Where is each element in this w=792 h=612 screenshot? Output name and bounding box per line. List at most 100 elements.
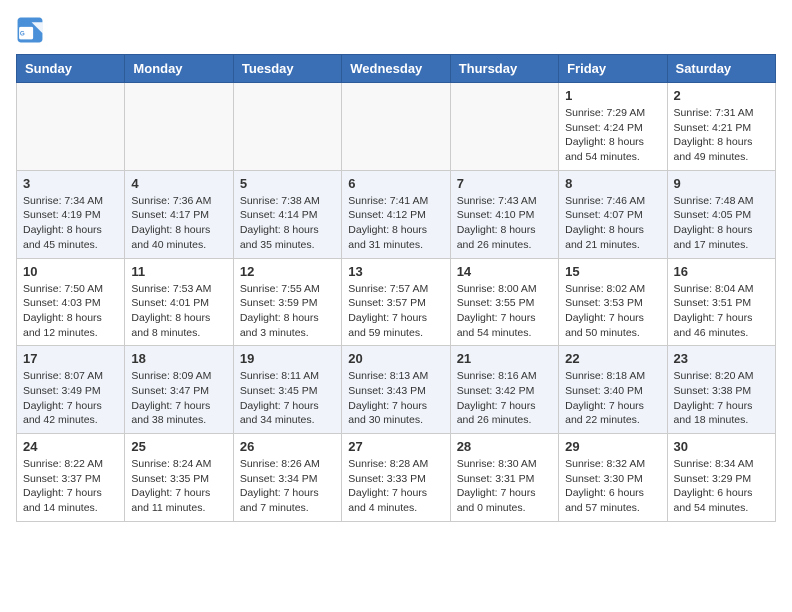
cell-content: Sunrise: 8:24 AM Sunset: 3:35 PM Dayligh… — [131, 457, 226, 516]
cell-content: Sunrise: 8:30 AM Sunset: 3:31 PM Dayligh… — [457, 457, 552, 516]
calendar-cell: 22 Sunrise: 8:18 AM Sunset: 3:40 PM Dayli… — [559, 346, 667, 434]
cell-content: Sunrise: 7:50 AM Sunset: 4:03 PM Dayligh… — [23, 282, 118, 341]
cell-content: Sunrise: 7:43 AM Sunset: 4:10 PM Dayligh… — [457, 194, 552, 253]
calendar-cell: 7 Sunrise: 7:43 AM Sunset: 4:10 PM Daylig… — [450, 170, 558, 258]
cell-content: Sunrise: 7:55 AM Sunset: 3:59 PM Dayligh… — [240, 282, 335, 341]
calendar-cell — [233, 83, 341, 171]
calendar-cell: 25 Sunrise: 8:24 AM Sunset: 3:35 PM Dayli… — [125, 434, 233, 522]
header-sunday: Sunday — [17, 55, 125, 83]
day-number: 16 — [674, 264, 769, 279]
cell-content: Sunrise: 7:34 AM Sunset: 4:19 PM Dayligh… — [23, 194, 118, 253]
cell-content: Sunrise: 7:57 AM Sunset: 3:57 PM Dayligh… — [348, 282, 443, 341]
day-number: 13 — [348, 264, 443, 279]
day-number: 11 — [131, 264, 226, 279]
day-number: 26 — [240, 439, 335, 454]
calendar-cell: 27Sunrise: 8:28 AM Sunset: 3:33 PM Dayli… — [342, 434, 450, 522]
day-number: 10 — [23, 264, 118, 279]
day-number: 1 — [565, 88, 660, 103]
week-row-1: 3 Sunrise: 7:34 AM Sunset: 4:19 PM Daylig… — [17, 170, 776, 258]
calendar-cell: 1 Sunrise: 7:29 AM Sunset: 4:24 PM Daylig… — [559, 83, 667, 171]
calendar-cell: 26 Sunrise: 8:26 AM Sunset: 3:34 PM Dayli… — [233, 434, 341, 522]
calendar-cell: 18 Sunrise: 8:09 AM Sunset: 3:47 PM Dayli… — [125, 346, 233, 434]
cell-content: Sunrise: 8:09 AM Sunset: 3:47 PM Dayligh… — [131, 369, 226, 428]
cell-content: Sunrise: 8:04 AM Sunset: 3:51 PM Dayligh… — [674, 282, 769, 341]
calendar-cell: 28 Sunrise: 8:30 AM Sunset: 3:31 PM Dayli… — [450, 434, 558, 522]
day-number: 20 — [348, 351, 443, 366]
calendar-cell: 30Sunrise: 8:34 AM Sunset: 3:29 PM Dayli… — [667, 434, 775, 522]
calendar-header-row: SundayMondayTuesdayWednesdayThursdayFrid… — [17, 55, 776, 83]
day-number: 14 — [457, 264, 552, 279]
calendar-cell — [450, 83, 558, 171]
day-number: 8 — [565, 176, 660, 191]
day-number: 22 — [565, 351, 660, 366]
day-number: 17 — [23, 351, 118, 366]
cell-content: Sunrise: 8:22 AM Sunset: 3:37 PM Dayligh… — [23, 457, 118, 516]
cell-content: Sunrise: 7:31 AM Sunset: 4:21 PM Dayligh… — [674, 106, 769, 165]
calendar-cell: 14 Sunrise: 8:00 AM Sunset: 3:55 PM Dayli… — [450, 258, 558, 346]
calendar-cell: 3 Sunrise: 7:34 AM Sunset: 4:19 PM Daylig… — [17, 170, 125, 258]
cell-content: Sunrise: 7:53 AM Sunset: 4:01 PM Dayligh… — [131, 282, 226, 341]
header-saturday: Saturday — [667, 55, 775, 83]
calendar-cell: 23 Sunrise: 8:20 AM Sunset: 3:38 PM Dayli… — [667, 346, 775, 434]
cell-content: Sunrise: 8:32 AM Sunset: 3:30 PM Dayligh… — [565, 457, 660, 516]
day-number: 23 — [674, 351, 769, 366]
calendar-cell: 5 Sunrise: 7:38 AM Sunset: 4:14 PM Daylig… — [233, 170, 341, 258]
header-monday: Monday — [125, 55, 233, 83]
day-number: 28 — [457, 439, 552, 454]
day-number: 4 — [131, 176, 226, 191]
cell-content: Sunrise: 8:11 AM Sunset: 3:45 PM Dayligh… — [240, 369, 335, 428]
cell-content: Sunrise: 8:00 AM Sunset: 3:55 PM Dayligh… — [457, 282, 552, 341]
calendar-table: SundayMondayTuesdayWednesdayThursdayFrid… — [16, 54, 776, 522]
cell-content: Sunrise: 8:20 AM Sunset: 3:38 PM Dayligh… — [674, 369, 769, 428]
day-number: 2 — [674, 88, 769, 103]
header-thursday: Thursday — [450, 55, 558, 83]
day-number: 6 — [348, 176, 443, 191]
calendar-cell: 16 Sunrise: 8:04 AM Sunset: 3:51 PM Dayli… — [667, 258, 775, 346]
calendar-cell: 6 Sunrise: 7:41 AM Sunset: 4:12 PM Daylig… — [342, 170, 450, 258]
header-friday: Friday — [559, 55, 667, 83]
header-tuesday: Tuesday — [233, 55, 341, 83]
cell-content: Sunrise: 7:41 AM Sunset: 4:12 PM Dayligh… — [348, 194, 443, 253]
svg-text:G: G — [20, 30, 25, 37]
day-number: 29 — [565, 439, 660, 454]
calendar-cell: 29 Sunrise: 8:32 AM Sunset: 3:30 PM Dayli… — [559, 434, 667, 522]
cell-content: Sunrise: 8:16 AM Sunset: 3:42 PM Dayligh… — [457, 369, 552, 428]
logo-icon: G — [16, 16, 44, 44]
day-number: 7 — [457, 176, 552, 191]
cell-content: Sunrise: 7:46 AM Sunset: 4:07 PM Dayligh… — [565, 194, 660, 253]
calendar-cell: 15 Sunrise: 8:02 AM Sunset: 3:53 PM Dayli… — [559, 258, 667, 346]
calendar-cell: 8 Sunrise: 7:46 AM Sunset: 4:07 PM Daylig… — [559, 170, 667, 258]
cell-content: Sunrise: 8:18 AM Sunset: 3:40 PM Dayligh… — [565, 369, 660, 428]
week-row-0: 1 Sunrise: 7:29 AM Sunset: 4:24 PM Daylig… — [17, 83, 776, 171]
day-number: 12 — [240, 264, 335, 279]
day-number: 24 — [23, 439, 118, 454]
calendar-cell: 11 Sunrise: 7:53 AM Sunset: 4:01 PM Dayli… — [125, 258, 233, 346]
logo: G — [16, 16, 48, 44]
day-number: 15 — [565, 264, 660, 279]
cell-content: Sunrise: 8:07 AM Sunset: 3:49 PM Dayligh… — [23, 369, 118, 428]
calendar-cell: 2 Sunrise: 7:31 AM Sunset: 4:21 PM Daylig… — [667, 83, 775, 171]
cell-content: Sunrise: 8:26 AM Sunset: 3:34 PM Dayligh… — [240, 457, 335, 516]
calendar-cell: 19 Sunrise: 8:11 AM Sunset: 3:45 PM Dayli… — [233, 346, 341, 434]
cell-content: Sunrise: 7:38 AM Sunset: 4:14 PM Dayligh… — [240, 194, 335, 253]
calendar-cell: 17 Sunrise: 8:07 AM Sunset: 3:49 PM Dayli… — [17, 346, 125, 434]
cell-content: Sunrise: 7:29 AM Sunset: 4:24 PM Dayligh… — [565, 106, 660, 165]
day-number: 30 — [674, 439, 769, 454]
day-number: 19 — [240, 351, 335, 366]
day-number: 25 — [131, 439, 226, 454]
calendar-cell — [342, 83, 450, 171]
cell-content: Sunrise: 8:13 AM Sunset: 3:43 PM Dayligh… — [348, 369, 443, 428]
page-header: G — [16, 16, 776, 44]
day-number: 5 — [240, 176, 335, 191]
calendar-cell: 12 Sunrise: 7:55 AM Sunset: 3:59 PM Dayli… — [233, 258, 341, 346]
cell-content: Sunrise: 7:36 AM Sunset: 4:17 PM Dayligh… — [131, 194, 226, 253]
calendar-cell: 21Sunrise: 8:16 AM Sunset: 3:42 PM Dayli… — [450, 346, 558, 434]
day-number: 3 — [23, 176, 118, 191]
calendar-cell: 13 Sunrise: 7:57 AM Sunset: 3:57 PM Dayli… — [342, 258, 450, 346]
calendar-cell: 10 Sunrise: 7:50 AM Sunset: 4:03 PM Dayli… — [17, 258, 125, 346]
calendar-cell: 20 Sunrise: 8:13 AM Sunset: 3:43 PM Dayli… — [342, 346, 450, 434]
week-row-3: 17 Sunrise: 8:07 AM Sunset: 3:49 PM Dayli… — [17, 346, 776, 434]
day-number: 27 — [348, 439, 443, 454]
cell-content: Sunrise: 8:02 AM Sunset: 3:53 PM Dayligh… — [565, 282, 660, 341]
day-number: 18 — [131, 351, 226, 366]
